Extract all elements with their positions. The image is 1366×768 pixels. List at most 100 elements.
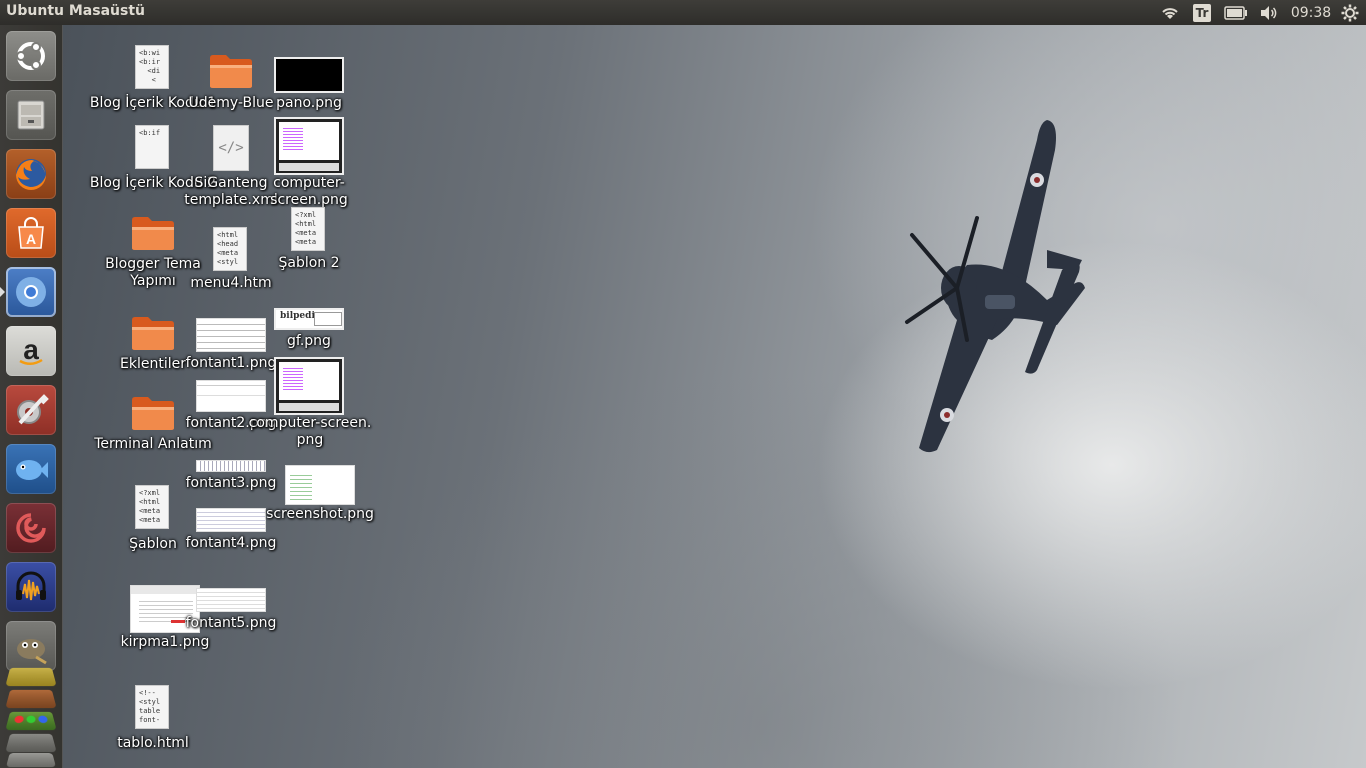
wifi-icon[interactable] (1159, 0, 1181, 25)
desktop-file-computer-screen-1[interactable]: computer- screen.png (264, 117, 354, 212)
file-label-line: png (296, 432, 324, 448)
launcher-folded-items[interactable] (5, 665, 57, 768)
launcher-bluefish[interactable] (6, 444, 56, 494)
image-thumbnail (196, 588, 266, 612)
airplane-wallpaper-image (905, 120, 1085, 453)
keyboard-layout-indicator[interactable]: Tr (1191, 0, 1213, 25)
file-label: computer- screen.png (270, 175, 348, 209)
monitor-screen (279, 122, 339, 160)
image-thumbnail (285, 465, 355, 505)
screen-code (283, 366, 303, 392)
desktop-file-fontant4[interactable]: fontant4.png (185, 508, 277, 556)
launcher-folded-item[interactable] (5, 753, 57, 768)
file-cabinet-icon (17, 100, 45, 130)
image-thumbnail (196, 508, 266, 532)
clock[interactable]: 09:38 (1288, 0, 1334, 25)
running-indicator (0, 287, 5, 297)
swirl-icon (16, 513, 46, 543)
screen-code (283, 126, 303, 152)
svg-text:a: a (23, 334, 39, 365)
color-dots-icon (13, 715, 49, 724)
desktop-file-fontant3[interactable]: fontant3.png (185, 460, 277, 496)
ubuntu-logo-icon (16, 42, 45, 70)
folder-icon (132, 397, 174, 430)
panel-title: Ubuntu Masaüstü (6, 3, 145, 19)
html-file-icon: <!-- <styl table font- (135, 685, 169, 729)
file-label: screenshot.png (266, 506, 374, 522)
file-label-line: computer-screen. (248, 415, 372, 431)
top-panel: Ubuntu Masaüstü Tr 09:38 (0, 0, 1366, 25)
file-label: tablo.html (117, 735, 189, 751)
fish-icon (16, 460, 48, 480)
launcher-files[interactable] (6, 90, 56, 140)
file-label: fontant4.png (185, 535, 277, 551)
launcher-dash-home[interactable] (6, 31, 56, 81)
launcher-firefox[interactable] (6, 149, 56, 199)
thumbnail-accent (171, 620, 185, 623)
image-thumbnail (196, 318, 266, 352)
file-label: Şablon (129, 536, 177, 552)
desktop-file-computer-screen-2[interactable]: computer-screen. png (240, 357, 380, 452)
launcher-chromium[interactable] (6, 267, 56, 317)
battery-icon[interactable] (1223, 0, 1249, 25)
launcher-folded-item[interactable] (5, 711, 57, 731)
launcher-software-center[interactable]: A (6, 208, 56, 258)
monitor-screen (279, 362, 339, 400)
desktop-file-tablo[interactable]: <!-- <styl table font- tablo.html (105, 685, 201, 755)
launcher-folded-item[interactable] (5, 733, 57, 753)
file-label: fontant3.png (185, 475, 277, 491)
monitor-thumbnail (274, 357, 344, 415)
file-label: pano.png (276, 95, 342, 111)
desktop-file-pano[interactable]: pano.png (264, 57, 354, 117)
image-thumbnail: bilpedi (274, 308, 344, 330)
amazon-icon: a (19, 334, 43, 365)
launcher-audacity[interactable] (6, 562, 56, 612)
thumbnail-content (290, 472, 312, 500)
monitor-thumbnail (274, 117, 344, 175)
xml-file-icon: <?xml <html <meta <meta (291, 207, 325, 251)
xml-file-icon: <?xml <html <meta <meta (135, 485, 169, 529)
image-thumbnail (274, 57, 344, 93)
folder-label: Eklentiler (120, 356, 186, 372)
chromium-icon (16, 277, 46, 307)
desktop-file-screenshot[interactable]: screenshot.png (266, 465, 374, 525)
file-label: gf.png (287, 333, 331, 349)
html-file-icon: <b:wi <b:ir <di < (135, 45, 169, 89)
launcher-folded-item[interactable] (5, 689, 57, 709)
desktop-file-sablon2[interactable]: <?xml <html <meta <meta Şablon 2 (264, 205, 354, 275)
file-label: menu4.htm (190, 275, 272, 291)
shopping-bag-icon: A (18, 217, 44, 249)
thumbnail-box (314, 312, 342, 326)
wrench-gear-icon (17, 394, 49, 425)
desktop-file-gf[interactable]: bilpedi gf.png (264, 308, 354, 353)
file-label: computer-screen. png (249, 415, 372, 449)
thumbnail-text: bilpedi (280, 311, 315, 321)
file-label-line: computer- (273, 175, 345, 191)
html-file-icon: <html <head <meta <styl (213, 227, 247, 271)
xml-file-icon: </> (213, 125, 249, 171)
file-label: fontant5.png (185, 615, 277, 631)
launcher-mypaint[interactable] (6, 503, 56, 553)
monitor-stand (279, 163, 339, 171)
volume-icon[interactable] (1258, 0, 1280, 25)
folder-label: Terminal Anlatım (94, 436, 212, 452)
file-label: Şablon 2 (278, 255, 340, 271)
headphones-icon (16, 571, 46, 601)
svg-text:A: A (26, 231, 36, 247)
launcher-gimp[interactable] (6, 621, 56, 671)
folder-icon (210, 55, 252, 88)
image-thumbnail (196, 460, 266, 472)
file-label: kirpma1.png (120, 634, 210, 650)
folder-icon (132, 217, 174, 250)
session-gear-icon[interactable] (1338, 0, 1362, 25)
html-file-icon: <b:if (135, 125, 169, 169)
launcher-system-settings[interactable] (6, 385, 56, 435)
desktop-file-fontant5[interactable]: fontant5.png (185, 588, 277, 636)
firefox-icon (16, 159, 46, 190)
folder-icon (132, 317, 174, 350)
language-label: Tr (1192, 3, 1212, 22)
gimp-icon (17, 639, 47, 665)
launcher-amazon[interactable]: a (6, 326, 56, 376)
folder-label: Udemy-Blue (188, 95, 274, 111)
launcher-folded-item[interactable] (5, 667, 57, 687)
